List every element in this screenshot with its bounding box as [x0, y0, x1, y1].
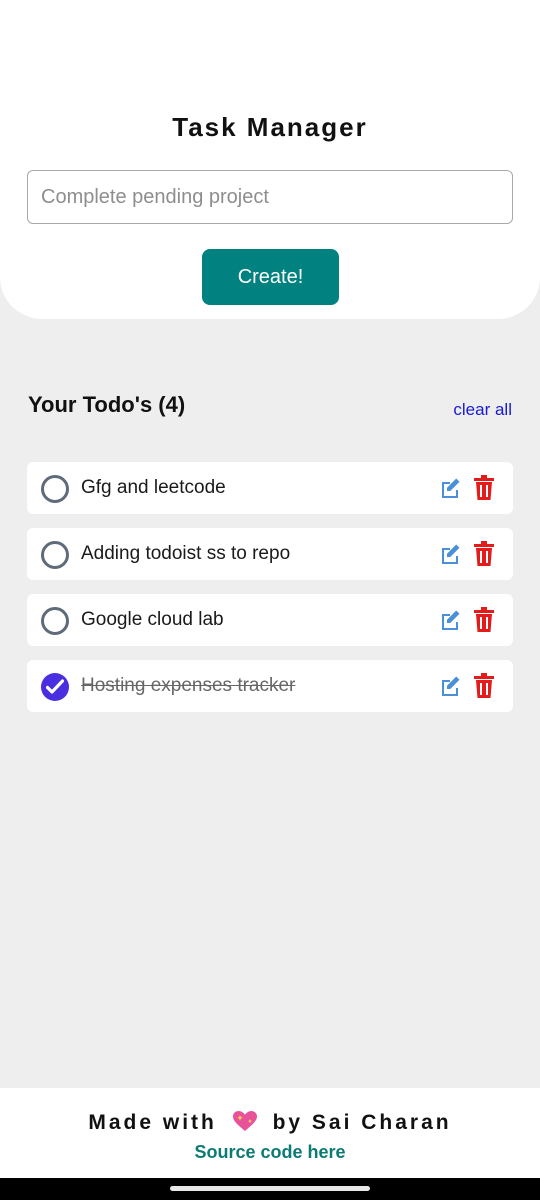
checkbox-unchecked[interactable]: [41, 475, 69, 503]
edit-icon[interactable]: [438, 608, 462, 632]
todo-count-heading: Your Todo's (4): [28, 392, 186, 417]
source-code-link[interactable]: Source code here: [0, 1142, 540, 1163]
trash-icon[interactable]: [473, 475, 495, 501]
sparkling-heart-icon: [232, 1111, 257, 1131]
made-with-suffix: by Sai Charan: [272, 1111, 452, 1134]
todo-item: Adding todoist ss to repo: [27, 528, 513, 580]
trash-icon[interactable]: [473, 607, 495, 633]
system-navigation-bar: [0, 1178, 540, 1200]
todo-list: Gfg and leetcode Adding todoist ss to re…: [27, 462, 513, 726]
todo-text: Hosting expenses tracker: [81, 675, 296, 696]
todo-text: Google cloud lab: [81, 609, 224, 630]
todo-item: Gfg and leetcode: [27, 462, 513, 514]
home-gesture-handle[interactable]: [170, 1186, 370, 1191]
edit-icon[interactable]: [438, 476, 462, 500]
header-card: Task Manager Create!: [0, 0, 540, 319]
edit-icon[interactable]: [438, 674, 462, 698]
edit-icon[interactable]: [438, 542, 462, 566]
trash-icon[interactable]: [473, 541, 495, 567]
clear-all-link[interactable]: clear all: [453, 400, 512, 420]
checkbox-unchecked[interactable]: [41, 607, 69, 635]
checkbox-checked[interactable]: [41, 673, 69, 701]
made-with-credit: Made with by Sai Charan: [0, 1110, 540, 1135]
todo-text: Gfg and leetcode: [81, 477, 226, 498]
checkmark-icon: [46, 679, 64, 694]
create-button[interactable]: Create!: [202, 249, 339, 305]
checkbox-unchecked[interactable]: [41, 541, 69, 569]
made-with-prefix: Made with: [88, 1111, 217, 1134]
trash-icon[interactable]: [473, 673, 495, 699]
todo-item: Google cloud lab: [27, 594, 513, 646]
task-input[interactable]: [27, 170, 513, 224]
todo-text: Adding todoist ss to repo: [81, 543, 291, 564]
todo-item: Hosting expenses tracker: [27, 660, 513, 712]
app-title: Task Manager: [172, 112, 368, 142]
